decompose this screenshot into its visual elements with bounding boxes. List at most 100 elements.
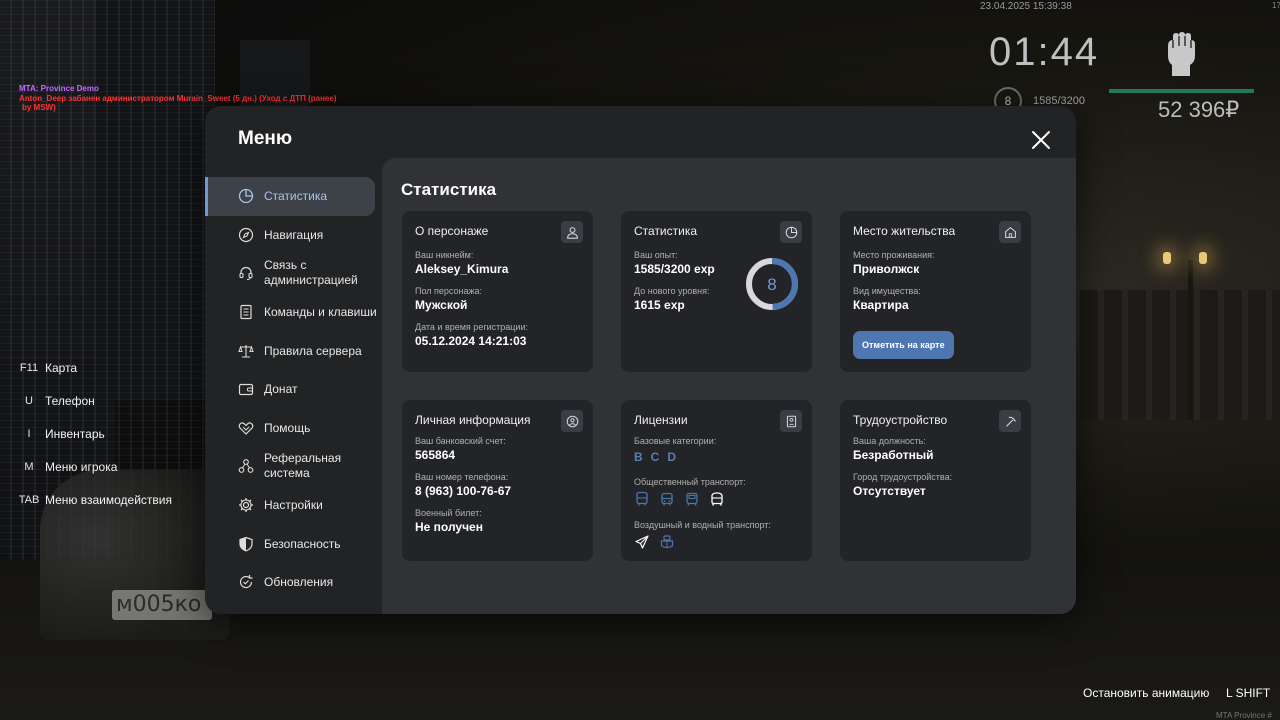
sidebar-item-label: Навигация — [264, 227, 324, 242]
sidebar-item-label: Настройки — [264, 498, 323, 513]
license-plate: м005ко — [112, 590, 212, 620]
sidebar-item-settings[interactable]: Настройки — [205, 486, 380, 525]
pickaxe-icon — [1005, 416, 1016, 427]
mark-on-map-button[interactable]: Отметить на карте — [853, 331, 954, 359]
sidebar-item-help[interactable]: Помощь — [205, 409, 380, 448]
server-message-line: MTA: Province Demo — [19, 84, 99, 93]
referral-icon — [238, 459, 254, 474]
property-type-value: Квартира — [853, 298, 909, 312]
personal-info-card: Личная информация Ваш банковский счет: 5… — [402, 400, 593, 561]
field-label: Пол персонажа: — [415, 286, 483, 296]
sidebar-item-admin-contact[interactable]: Связь с администрацией — [205, 254, 380, 293]
job-position-value: Безработный — [853, 448, 934, 462]
field-label: Общественный транспорт: — [634, 477, 746, 487]
key-label: F11 — [19, 362, 39, 375]
user-icon — [566, 226, 578, 239]
home-icon-button[interactable] — [999, 221, 1021, 243]
card-title: Личная информация — [415, 413, 531, 427]
sidebar-item-label: Реферальная система — [264, 451, 342, 481]
tram-icon — [686, 492, 698, 506]
lamp-light — [1163, 252, 1171, 264]
level-number: 8 — [767, 275, 776, 294]
field-label: Вид имущества: — [853, 286, 921, 296]
key-label: U — [25, 395, 33, 408]
stop-animation-key: L SHIFT — [1226, 686, 1271, 700]
key-action: Инвентарь — [45, 426, 105, 441]
sidebar-item-label: Статистика — [264, 189, 328, 204]
id-card-icon — [786, 415, 796, 427]
key-action: Карта — [45, 361, 78, 376]
house — [1080, 290, 1280, 420]
hud-corner-number: 17 — [1272, 1, 1280, 10]
hud-health-bar — [1109, 89, 1254, 93]
gear-icon — [239, 498, 253, 513]
pie-chart-icon — [238, 189, 254, 204]
character-card: О персонаже Ваш никнейм: Aleksey_Kimura … — [402, 211, 593, 372]
sidebar-item-referral[interactable]: Реферальная система — [205, 447, 380, 486]
keybind-row: U Телефон — [14, 385, 172, 418]
sidebar-item-label: Связь с администрацией — [264, 258, 358, 288]
user-circle-icon — [566, 415, 578, 427]
card-title: Лицензии — [634, 413, 688, 427]
field-label: Ваша должность: — [853, 436, 926, 446]
employment-card: Трудоустройство Ваша должность: Безработ… — [840, 400, 1031, 561]
menu-title: Меню — [238, 128, 293, 149]
page-title: Статистика — [401, 180, 497, 199]
pie-chart-icon — [785, 226, 797, 238]
sidebar-item-updates[interactable]: Обновления — [205, 563, 380, 602]
boat-icon — [660, 535, 674, 549]
military-id-value: Не получен — [415, 520, 483, 534]
field-label: Ваш банковский счет: — [415, 436, 506, 446]
hud-money: 52 396₽ — [1158, 97, 1240, 122]
sidebar-item-statistics[interactable]: Статистика — [205, 177, 375, 216]
shield-icon — [239, 536, 253, 552]
gender-value: Мужской — [415, 298, 468, 312]
home-icon — [1004, 226, 1016, 238]
license-category: B — [634, 450, 643, 464]
field-label: Дата и время регистрации: — [415, 322, 528, 332]
bank-account-value: 565864 — [415, 448, 456, 462]
user-circle-icon-button[interactable] — [561, 410, 583, 432]
pie-chart-icon-button[interactable] — [780, 221, 802, 243]
bus-icon — [636, 491, 648, 506]
hud-clock: 01:44 — [989, 30, 1100, 74]
sidebar-item-security[interactable]: Безопасность — [205, 524, 380, 563]
trolleybus-icon — [661, 492, 673, 506]
watermark: MTA Province # — [1216, 711, 1272, 720]
subway-icon — [711, 492, 723, 506]
key-action: Меню игрока — [45, 459, 118, 474]
sidebar-item-label: Безопасность — [264, 536, 341, 551]
sidebar-item-navigation[interactable]: Навигация — [205, 216, 380, 255]
sidebar-item-commands[interactable]: Команды и клавиши — [205, 293, 380, 332]
key-label: TAB — [18, 493, 40, 506]
pickaxe-icon-button[interactable] — [999, 410, 1021, 432]
handshake-icon — [238, 422, 254, 435]
id-card-icon-button[interactable] — [780, 410, 802, 432]
nickname-value: Aleksey_Kimura — [415, 262, 509, 276]
keybind-hints: F11 Карта U Телефон I Инвентарь M Меню и… — [14, 352, 172, 516]
field-label: Город трудоустройства: — [853, 472, 953, 482]
residence-card: Место жительства Место проживания: Приво… — [840, 211, 1031, 372]
hud-datetime: 23.04.2025 15:39:38 — [980, 1, 1072, 12]
level-progress-ring: 8 — [746, 258, 798, 310]
street-lamp — [1188, 260, 1193, 420]
keybind-row: M Меню игрока — [14, 450, 172, 483]
key-action: Телефон — [45, 394, 95, 409]
close-icon[interactable] — [1029, 128, 1053, 152]
public-transport-licenses — [634, 491, 799, 507]
air-water-licenses — [634, 534, 799, 550]
refresh-icon — [239, 575, 253, 589]
stop-animation-hint: Остановить анимацию — [1083, 686, 1210, 700]
scales-icon — [238, 344, 254, 358]
card-title: Место жительства — [853, 224, 956, 238]
fist-icon — [1168, 32, 1195, 76]
player-menu: Меню Статистика Навигация Связь с админи… — [205, 106, 1076, 614]
statistics-panel: Статистика О персонаже Ваш никнейм: Alek… — [382, 158, 1076, 614]
user-icon-button[interactable] — [561, 221, 583, 243]
card-title: О персонаже — [415, 224, 489, 238]
sidebar-item-rules[interactable]: Правила сервера — [205, 331, 380, 370]
licenses-card: Лицензии Базовые категории: B C D Общест… — [621, 400, 812, 561]
sidebar-item-donate[interactable]: Донат — [205, 370, 380, 409]
field-label: Ваш никнейм: — [415, 250, 474, 260]
wallet-icon — [238, 384, 254, 396]
